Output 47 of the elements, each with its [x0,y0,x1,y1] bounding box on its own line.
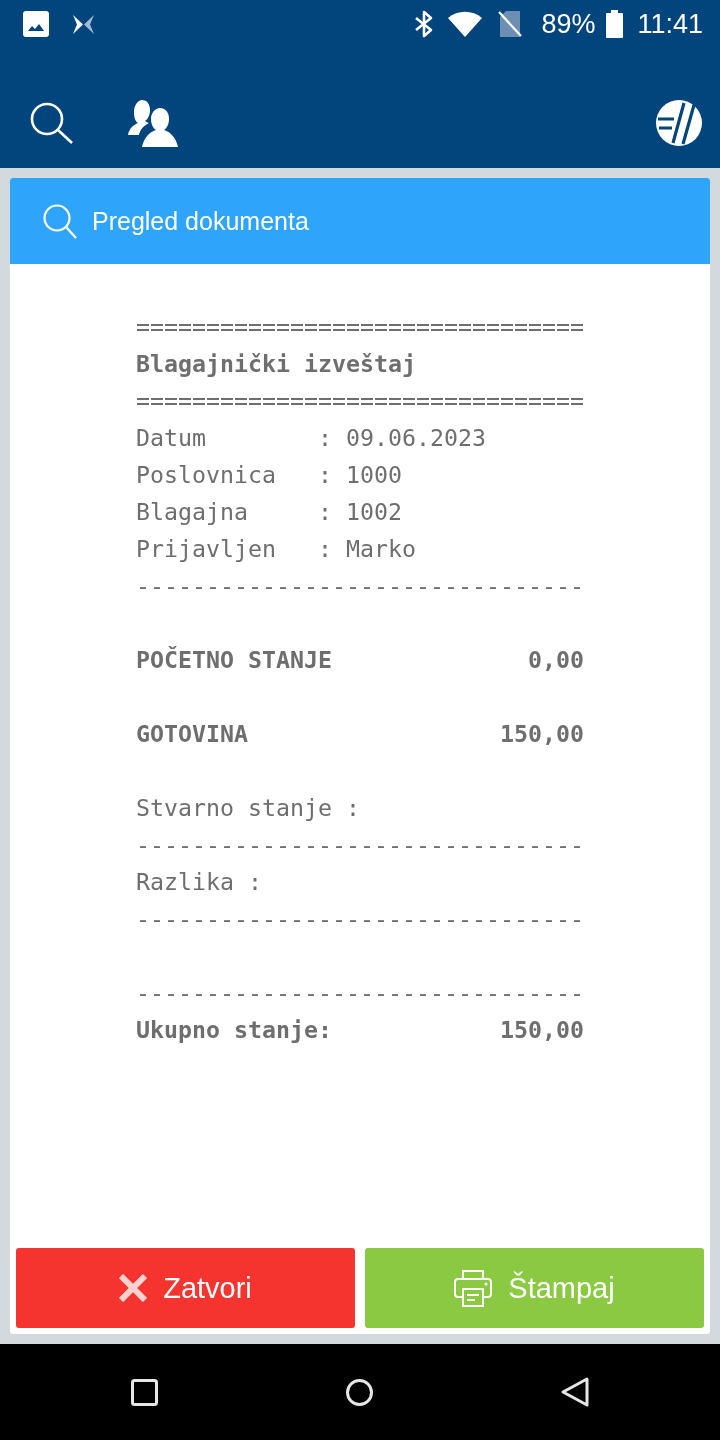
separator-line: -------------------------------- [136,979,584,1006]
bluetooth-icon [414,10,435,38]
panel-title: Pregled dokumenta [92,206,309,236]
search-icon [43,203,77,239]
amount-label: POČETNO STANJE [136,645,332,675]
colon-separator: : [317,423,332,453]
field-label: Blagajna [136,497,248,527]
home-icon[interactable] [346,1378,373,1406]
amount-value: 0,00 [528,645,584,675]
printer-icon [454,1269,493,1307]
field-label: Stvarno stanje : [136,794,360,821]
report-title: Blagajnički izveštaj [136,350,416,377]
separator-line: ================================ [136,313,584,340]
field-value: 1002 [345,497,402,527]
users-icon[interactable] [128,98,178,148]
search-icon[interactable] [30,102,73,144]
colon-separator: : [317,497,332,527]
field-label: Razlika : [136,868,262,895]
recent-apps-icon[interactable] [131,1378,158,1406]
battery-percentage: 89% [541,8,596,40]
amount-label: Ukupno stanje: [136,1015,332,1045]
no-sim-icon [498,11,523,37]
battery-icon [606,10,624,38]
colon-separator: : [317,460,332,490]
amount-value: 150,00 [500,1015,584,1045]
separator-line: -------------------------------- [136,905,584,932]
separator-line: ================================ [136,387,584,414]
field-value: 1000 [345,460,402,490]
amount-label: GOTOVINA [136,719,248,749]
close-button[interactable]: Zatvori [16,1248,355,1328]
field-label: Datum [136,423,206,453]
colon-separator: : [317,534,332,564]
back-icon[interactable] [561,1377,589,1407]
field-value: 09.06.2023 [345,423,486,453]
x-shape-icon [73,14,94,34]
separator-line: -------------------------------- [136,831,584,858]
image-icon [23,11,49,37]
close-icon [119,1274,148,1302]
field-value: Marko [345,534,416,564]
clock-time: 11:41 [637,8,703,40]
logo-icon[interactable] [656,100,702,146]
separator-line: -------------------------------- [136,572,584,599]
field-label: Poslovnica [136,460,276,490]
amount-value: 150,00 [500,719,584,749]
print-button[interactable]: Štampaj [365,1248,704,1328]
wifi-icon [448,11,483,37]
field-label: Prijavljen [136,534,276,564]
